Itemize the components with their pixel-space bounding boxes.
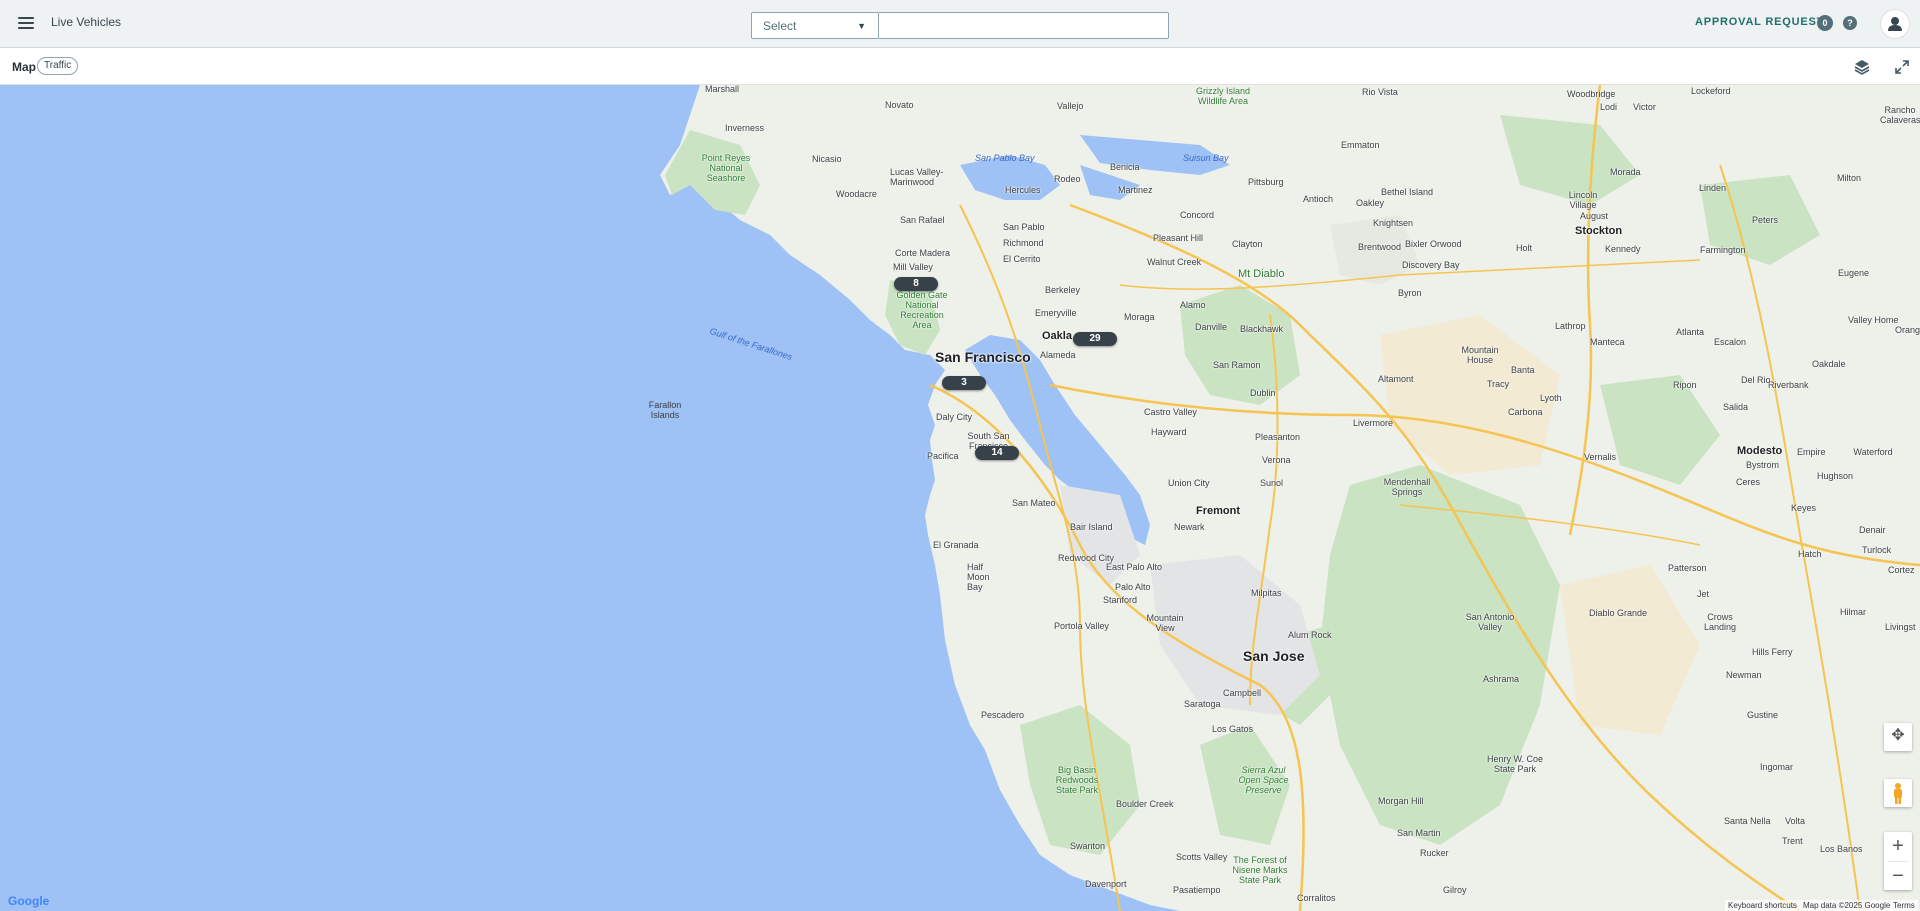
approval-requests-link[interactable]: APPROVAL REQUESTS [1695,16,1832,28]
layers-icon[interactable] [1853,58,1871,76]
keyboard-shortcuts-link[interactable]: Keyboard shortcuts [1725,900,1800,911]
map-canvas[interactable]: Marshall Inverness Novato Vallejo San Pa… [0,85,1920,911]
map-label: Map [12,60,36,74]
pegman-figure [1894,783,1902,804]
top-app-bar: Live Vehicles Select ▼ APPROVAL REQUESTS… [0,0,1920,48]
traffic-toggle-chip[interactable]: Traffic [37,57,79,75]
hamburger-menu-icon[interactable] [18,14,34,30]
zoom-control: + − [1884,832,1912,890]
camera-control-icon[interactable]: ✥ [1884,723,1912,751]
zoom-in-button[interactable]: + [1884,832,1912,861]
vehicle-cluster-marker[interactable]: 29 [1073,332,1117,346]
fullscreen-icon[interactable] [1893,58,1911,76]
user-avatar-button[interactable] [1880,9,1910,39]
user-icon [1888,17,1902,31]
map-data-attribution: Map data ©2025 Google [1800,900,1894,911]
google-logo-text: Google [8,894,50,908]
help-icon[interactable]: ? [1843,16,1857,30]
chevron-down-icon: ▼ [857,21,866,31]
app-title: Live Vehicles [51,15,122,29]
pegman-icon[interactable] [1884,779,1912,807]
zoom-out-button[interactable]: − [1884,862,1912,891]
map-base-layer [660,85,1920,911]
vehicle-select-dropdown[interactable]: Select ▼ [751,12,879,39]
terms-link[interactable]: Terms [1890,900,1918,911]
vehicle-cluster-marker[interactable]: 8 [894,277,938,291]
approval-count-badge: 0 [1817,15,1833,31]
select-label: Select [763,19,797,33]
vehicle-cluster-marker[interactable]: 3 [942,376,986,390]
vehicle-cluster-marker[interactable]: 14 [975,446,1019,460]
search-input[interactable] [879,12,1169,39]
map-toolbar: Map Traffic [0,48,1920,85]
google-logo: Google [8,894,49,908]
